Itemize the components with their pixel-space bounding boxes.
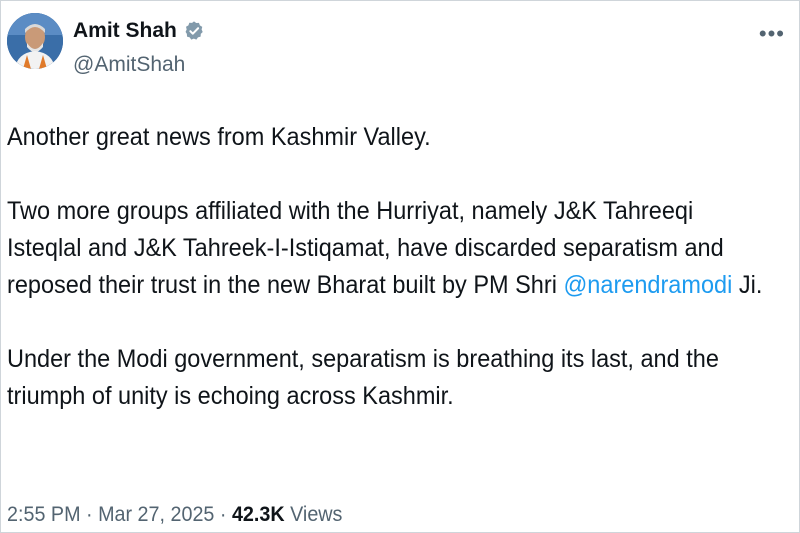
tweet-time[interactable]: 2:55 PM [7, 503, 81, 526]
tweet-text-segment: Ji. [732, 271, 763, 299]
tweet-text: Another great news from Kashmir Valley. … [7, 119, 762, 415]
more-options-icon[interactable]: ••• [759, 21, 785, 47]
tweet-line: Isteqlal and J&K Tahreek-I-Istiqamat, ha… [7, 234, 724, 262]
separator: · [80, 503, 99, 526]
mention-link[interactable]: @narendramodi [563, 271, 732, 299]
verified-badge-icon [185, 21, 203, 40]
tweet-line: Under the Modi government, separatism is… [7, 345, 719, 373]
separator: · [214, 503, 232, 526]
tweet-date[interactable]: Mar 27, 2025 [98, 503, 214, 526]
tweet-line: Two more groups affiliated with the Hurr… [7, 197, 694, 225]
tweet-card: Amit Shah @AmitShah ••• Another great ne… [0, 0, 800, 533]
author-name-row: Amit Shah [73, 19, 205, 43]
views-count: 42.3K [231, 503, 285, 526]
views-label: Views [284, 503, 343, 526]
author-handle[interactable]: @AmitShah [73, 53, 185, 77]
tweet-line: Another great news from Kashmir Valley. [7, 123, 431, 151]
avatar[interactable] [7, 13, 63, 69]
avatar-photo [7, 13, 63, 69]
tweet-text-segment: reposed their trust in the new Bharat bu… [7, 271, 564, 299]
tweet-line-with-mention: reposed their trust in the new Bharat bu… [7, 267, 762, 304]
author-display-name[interactable]: Amit Shah [73, 19, 177, 43]
tweet-line: triumph of unity is echoing across Kashm… [7, 382, 454, 410]
tweet-meta: 2:55 PM · Mar 27, 2025 · 42.3K Views [7, 503, 342, 527]
